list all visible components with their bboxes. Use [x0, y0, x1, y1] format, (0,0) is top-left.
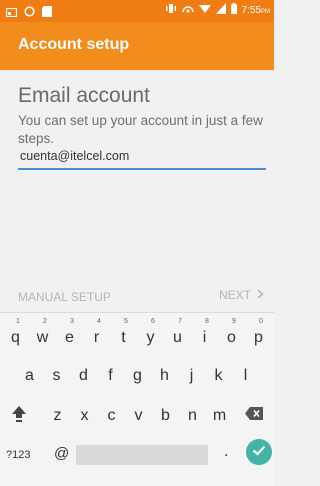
key-label: p [254, 329, 263, 346]
app-bar: Account setup [0, 22, 274, 70]
key-d[interactable]: d [70, 353, 97, 393]
status-time-ampm: PM [261, 8, 270, 15]
account-setup-content: Email account You can set up your accoun… [0, 70, 274, 282]
email-field-container [18, 144, 266, 172]
status-time: 7:55PM [241, 4, 270, 16]
sd-card-icon [42, 4, 52, 22]
wifi-icon [198, 4, 211, 17]
checkmark-icon [252, 443, 266, 461]
key-hint: 6 [151, 318, 155, 325]
key-label: a [25, 367, 34, 384]
key-o[interactable]: 9o [218, 315, 245, 355]
done-key[interactable] [246, 439, 272, 465]
status-left-icons [5, 4, 52, 22]
space-bar[interactable] [76, 445, 208, 465]
key-label: x [80, 407, 89, 424]
page-title: Account setup [18, 36, 130, 53]
key-label: y [146, 329, 155, 346]
key-x[interactable]: x [71, 393, 98, 433]
key-hint: 9 [232, 318, 236, 325]
backspace-key[interactable] [240, 403, 268, 429]
key-m[interactable]: m [206, 393, 233, 433]
key-label: d [79, 367, 88, 384]
key-label: f [108, 367, 113, 384]
key-t[interactable]: 5t [110, 315, 137, 355]
key-e[interactable]: 3e [56, 315, 83, 355]
vibrate-icon [165, 3, 177, 17]
key-hint: 7 [178, 318, 182, 325]
at-key[interactable]: @ [54, 445, 69, 462]
key-hint: 2 [43, 318, 47, 325]
key-label: m [212, 407, 227, 424]
key-l[interactable]: l [232, 353, 259, 393]
key-y[interactable]: 6y [137, 315, 164, 355]
battery-icon [230, 3, 237, 17]
key-c[interactable]: c [98, 393, 125, 433]
key-hint: 1 [16, 318, 20, 325]
email-account-heading: Email account [18, 84, 150, 107]
soft-keyboard: 1q2w3e4r5t6y7u8i9o0p asdfghjkl zxcvbnm ?… [0, 312, 274, 486]
shift-key[interactable] [6, 403, 32, 429]
key-label: i [202, 329, 207, 346]
key-label: k [214, 367, 223, 384]
screenshot-notification-icon [5, 4, 18, 22]
hotspot-icon [181, 3, 194, 17]
key-j[interactable]: j [178, 353, 205, 393]
key-label: w [36, 329, 49, 346]
key-w[interactable]: 2w [29, 315, 56, 355]
key-label: v [134, 407, 143, 424]
key-label: u [173, 329, 182, 346]
key-label: z [53, 407, 62, 424]
key-label: r [93, 329, 100, 346]
manual-setup-button[interactable]: MANUAL SETUP [18, 290, 111, 304]
key-hint: 4 [97, 318, 101, 325]
key-label: n [188, 407, 197, 424]
key-label: g [133, 367, 142, 384]
key-hint: 8 [205, 318, 209, 325]
signal-icon [215, 3, 226, 17]
key-q[interactable]: 1q [2, 315, 29, 355]
key-label: c [107, 407, 116, 424]
chevron-right-icon [257, 288, 264, 302]
key-r[interactable]: 4r [83, 315, 110, 355]
email-field[interactable] [18, 144, 266, 168]
key-hint: 0 [259, 318, 263, 325]
symbols-key[interactable]: ?123 [6, 449, 30, 461]
key-label: b [161, 407, 170, 424]
key-u[interactable]: 7u [164, 315, 191, 355]
key-k[interactable]: k [205, 353, 232, 393]
key-v[interactable]: v [125, 393, 152, 433]
key-label: o [227, 329, 236, 346]
key-label: q [11, 329, 20, 346]
key-label: l [243, 367, 248, 384]
setup-description: You can set up your account in just a fe… [18, 113, 263, 146]
key-z[interactable]: z [44, 393, 71, 433]
status-right-icons: 7:55PM [165, 3, 270, 17]
key-a[interactable]: a [16, 353, 43, 393]
next-label: NEXT [218, 288, 251, 302]
key-label: t [121, 329, 126, 346]
key-g[interactable]: g [124, 353, 151, 393]
key-s[interactable]: s [43, 353, 70, 393]
key-f[interactable]: f [97, 353, 124, 393]
key-label: e [65, 329, 74, 346]
key-label: j [189, 367, 194, 384]
setup-actions: MANUAL SETUP NEXT [0, 282, 274, 312]
key-h[interactable]: h [151, 353, 178, 393]
shift-arrow-icon [11, 405, 27, 427]
key-hint: 3 [70, 318, 74, 325]
key-n[interactable]: n [179, 393, 206, 433]
backspace-icon [245, 407, 263, 425]
period-key[interactable]: . [224, 443, 228, 461]
key-hint: 5 [124, 318, 128, 325]
key-label: s [52, 367, 61, 384]
key-label: h [160, 367, 169, 384]
key-i[interactable]: 8i [191, 315, 218, 355]
next-button[interactable]: NEXT [219, 288, 264, 302]
key-p[interactable]: 0p [245, 315, 272, 355]
key-b[interactable]: b [152, 393, 179, 433]
record-notification-icon [24, 4, 35, 22]
status-bar: 7:55PM [0, 0, 274, 22]
email-field-underline [18, 168, 266, 170]
